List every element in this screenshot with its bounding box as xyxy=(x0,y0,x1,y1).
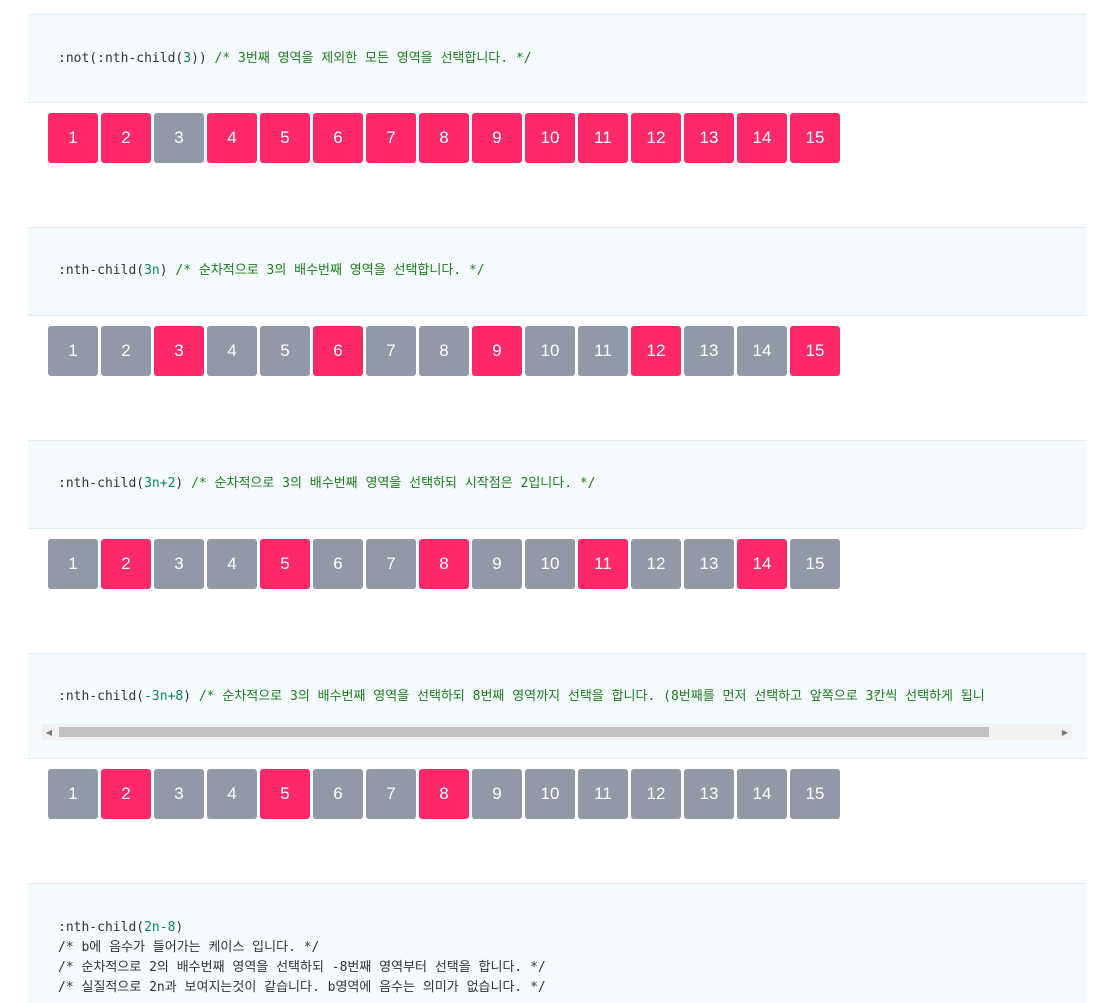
selected-box: 13 xyxy=(684,113,734,163)
box: 3 xyxy=(154,113,204,163)
code-block-5: :nth-child(2n-8) /* b에 음수가 들어가는 케이스 입니다.… xyxy=(28,883,1086,1003)
selected-box: 15 xyxy=(790,326,840,376)
selected-box: 6 xyxy=(313,113,363,163)
code-comment-line: /* 실질적으로 2n과 보여지는것이 같습니다. b영역에 음수는 의미가 없… xyxy=(58,980,546,995)
box: 11 xyxy=(578,326,628,376)
box: 7 xyxy=(366,326,416,376)
selected-box: 3 xyxy=(154,326,204,376)
box: 15 xyxy=(790,769,840,819)
selected-box: 14 xyxy=(737,113,787,163)
selected-box: 8 xyxy=(419,113,469,163)
box-row: 1 2 3 4 5 6 7 8 9 10 11 12 13 14 15 xyxy=(48,539,840,589)
selected-box: 7 xyxy=(366,113,416,163)
box: 1 xyxy=(48,539,98,589)
selected-box: 9 xyxy=(472,326,522,376)
box: 4 xyxy=(207,539,257,589)
selected-box: 2 xyxy=(101,769,151,819)
code-line: :not(:nth-child(3)) /* 3번째 영역을 제외한 모든 영역… xyxy=(58,51,532,66)
box: 2 xyxy=(101,326,151,376)
code-block-2: :nth-child(3n) /* 순차적으로 3의 배수번째 영역을 선택합니… xyxy=(28,227,1086,316)
code-comment-line: /* b에 음수가 들어가는 케이스 입니다. */ xyxy=(58,940,320,955)
box: 3 xyxy=(154,769,204,819)
box: 1 xyxy=(48,326,98,376)
box: 10 xyxy=(525,539,575,589)
code-line: :nth-child(-3n+8) /* 순차적으로 3의 배수번째 영역을 선… xyxy=(58,689,985,704)
code-line: :nth-child(2n-8) xyxy=(58,920,184,935)
selected-box: 2 xyxy=(101,113,151,163)
selected-box: 12 xyxy=(631,113,681,163)
box: 6 xyxy=(313,539,363,589)
box: 4 xyxy=(207,326,257,376)
box: 4 xyxy=(207,769,257,819)
selected-box: 8 xyxy=(419,539,469,589)
selected-box: 1 xyxy=(48,113,98,163)
selected-box: 14 xyxy=(737,539,787,589)
selected-box: 5 xyxy=(260,539,310,589)
box-row: 1 2 3 4 5 6 7 8 9 10 11 12 13 14 15 xyxy=(48,326,840,376)
box: 13 xyxy=(684,539,734,589)
box: 14 xyxy=(737,769,787,819)
code-block-3: :nth-child(3n+2) /* 순차적으로 3의 배수번째 영역을 선택… xyxy=(28,440,1086,529)
selected-box: 2 xyxy=(101,539,151,589)
scroll-left-arrow-icon[interactable]: ◀ xyxy=(42,724,56,740)
box-row: 1 2 3 4 5 6 7 8 9 10 11 12 13 14 15 xyxy=(48,113,840,163)
selected-box: 11 xyxy=(578,113,628,163)
box: 11 xyxy=(578,769,628,819)
box: 9 xyxy=(472,539,522,589)
box: 6 xyxy=(313,769,363,819)
box: 9 xyxy=(472,769,522,819)
code-block-1: :not(:nth-child(3)) /* 3번째 영역을 제외한 모든 영역… xyxy=(28,14,1086,103)
box: 5 xyxy=(260,326,310,376)
selected-box: 10 xyxy=(525,113,575,163)
box: 13 xyxy=(684,326,734,376)
selected-box: 15 xyxy=(790,113,840,163)
box: 10 xyxy=(525,769,575,819)
box: 14 xyxy=(737,326,787,376)
selected-box: 9 xyxy=(472,113,522,163)
code-comment-line: /* 순차적으로 2의 배수번째 영역을 선택하되 -8번째 영역부터 선택을 … xyxy=(58,960,546,975)
selected-box: 8 xyxy=(419,769,469,819)
code-line: :nth-child(3n) /* 순차적으로 3의 배수번째 영역을 선택합니… xyxy=(58,263,485,278)
box: 1 xyxy=(48,769,98,819)
code-line: :nth-child(3n+2) /* 순차적으로 3의 배수번째 영역을 선택… xyxy=(58,476,596,491)
selected-box: 12 xyxy=(631,326,681,376)
box: 12 xyxy=(631,769,681,819)
box: 13 xyxy=(684,769,734,819)
selected-box: 6 xyxy=(313,326,363,376)
box-row: 1 2 3 4 5 6 7 8 9 10 11 12 13 14 15 xyxy=(48,769,840,819)
code-block-4: :nth-child(-3n+8) /* 순차적으로 3의 배수번째 영역을 선… xyxy=(28,653,1086,759)
box: 12 xyxy=(631,539,681,589)
selected-box: 5 xyxy=(260,769,310,819)
scroll-right-arrow-icon[interactable]: ▶ xyxy=(1058,724,1072,740)
box: 3 xyxy=(154,539,204,589)
box: 7 xyxy=(366,769,416,819)
selected-box: 4 xyxy=(207,113,257,163)
box: 7 xyxy=(366,539,416,589)
scrollbar-thumb[interactable] xyxy=(59,727,989,737)
box: 15 xyxy=(790,539,840,589)
selected-box: 11 xyxy=(578,539,628,589)
selected-box: 5 xyxy=(260,113,310,163)
box: 10 xyxy=(525,326,575,376)
box: 8 xyxy=(419,326,469,376)
horizontal-scrollbar[interactable]: ◀ ▶ xyxy=(42,724,1072,740)
